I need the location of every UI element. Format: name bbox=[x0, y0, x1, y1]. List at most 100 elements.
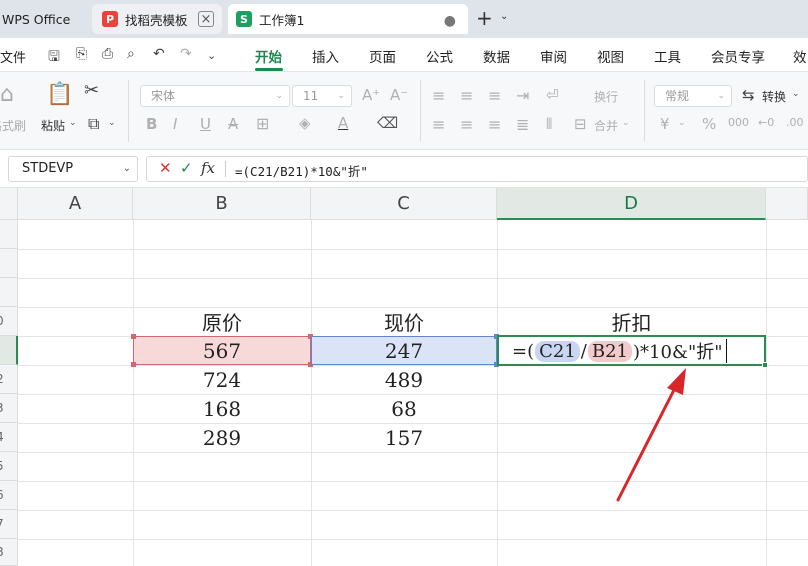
number-format-select[interactable]: 常规 ⌄ bbox=[654, 85, 732, 107]
save-icon[interactable]: 🖫 bbox=[48, 46, 60, 70]
row-header[interactable]: 6 bbox=[0, 481, 18, 510]
menu-tab-tools[interactable]: 工具 bbox=[654, 46, 681, 66]
merge-cells-icon[interactable]: ⊟ bbox=[574, 115, 587, 133]
select-all-corner[interactable] bbox=[0, 188, 18, 220]
align-right-icon[interactable]: ≡ bbox=[488, 115, 501, 134]
print-preview-icon[interactable]: ⌕ bbox=[127, 46, 135, 62]
row-header[interactable]: 8 bbox=[0, 539, 18, 566]
align-center-icon[interactable]: ≡ bbox=[460, 115, 473, 134]
column-header-c[interactable]: C bbox=[311, 188, 497, 220]
clear-format-icon[interactable]: ⌫ bbox=[377, 114, 398, 132]
undo-icon[interactable]: ↶ bbox=[153, 46, 165, 62]
row-header[interactable]: 7 bbox=[0, 510, 18, 539]
wrap-text-label[interactable]: 换行 bbox=[594, 88, 618, 105]
distribute-icon[interactable]: ⫴ bbox=[546, 115, 552, 133]
cell-current-price[interactable]: 247 bbox=[311, 336, 497, 365]
cell-current-price[interactable]: 489 bbox=[311, 365, 497, 394]
cell-current-price[interactable]: 157 bbox=[311, 423, 497, 452]
convert-label[interactable]: 转换 bbox=[762, 88, 786, 105]
merge-chevron-icon[interactable]: ⌄ bbox=[622, 118, 630, 128]
menu-file[interactable]: 文件 bbox=[0, 47, 26, 66]
currency-icon[interactable]: ¥ bbox=[660, 115, 670, 133]
column-header-a[interactable]: A bbox=[18, 188, 133, 220]
currency-chevron-icon[interactable]: ⌄ bbox=[678, 118, 686, 128]
print-icon[interactable]: ⎙ bbox=[102, 46, 113, 62]
convert-chevron-icon[interactable]: ⌄ bbox=[792, 89, 800, 99]
merge-cells-label[interactable]: 合并 bbox=[594, 117, 618, 134]
copy-icon[interactable]: ⧉ bbox=[88, 114, 99, 134]
border-icon[interactable]: ⊞ bbox=[256, 114, 269, 133]
row-header[interactable] bbox=[0, 220, 18, 249]
underline-icon[interactable]: U bbox=[200, 115, 211, 133]
unsaved-dot-icon[interactable]: ● bbox=[444, 13, 456, 29]
row-header[interactable] bbox=[0, 249, 18, 278]
close-icon[interactable]: × bbox=[198, 11, 214, 27]
column-header-b[interactable]: B bbox=[133, 188, 311, 220]
row-header[interactable]: 4 bbox=[0, 423, 18, 452]
format-painter-label[interactable]: 格式刷 bbox=[0, 117, 26, 134]
cell-header-original-price[interactable]: 原价 bbox=[133, 307, 311, 336]
menu-tab-formula[interactable]: 公式 bbox=[426, 46, 453, 66]
tab-wps-office[interactable]: WPS Office bbox=[0, 4, 86, 34]
fill-handle[interactable] bbox=[762, 362, 768, 368]
confirm-icon[interactable]: ✓ bbox=[180, 159, 193, 177]
export-pdf-icon[interactable]: ⎘ bbox=[76, 46, 87, 62]
cell-original-price[interactable]: 289 bbox=[133, 423, 311, 452]
function-icon[interactable]: fx bbox=[201, 159, 215, 177]
align-bottom-icon[interactable]: ≡ bbox=[488, 86, 501, 105]
menu-tab-page[interactable]: 页面 bbox=[369, 46, 396, 66]
menu-tab-home[interactable]: 开始 bbox=[255, 46, 282, 66]
align-left-icon[interactable]: ≡ bbox=[432, 115, 445, 134]
cell-header-discount[interactable]: 折扣 bbox=[497, 307, 766, 336]
quick-access-chevron-icon[interactable]: ⌄ bbox=[207, 49, 216, 62]
row-header[interactable]: 2 bbox=[0, 365, 18, 394]
justify-icon[interactable]: ≣ bbox=[516, 115, 529, 134]
font-color-icon[interactable]: A bbox=[338, 114, 348, 132]
menu-tab-member[interactable]: 会员专享 bbox=[711, 46, 765, 66]
paste-label[interactable]: 粘贴 bbox=[41, 117, 65, 134]
cancel-icon[interactable]: ✕ bbox=[159, 159, 172, 177]
paste-icon[interactable]: 📋 bbox=[46, 82, 73, 107]
increase-font-icon[interactable]: A⁺ bbox=[362, 86, 380, 104]
cell-formula-editor[interactable]: =( C21 / B21 )*10&"折" bbox=[512, 337, 728, 365]
cell-header-current-price[interactable]: 现价 bbox=[311, 307, 497, 336]
align-middle-icon[interactable]: ≡ bbox=[460, 86, 473, 105]
row-header[interactable]: 3 bbox=[0, 394, 18, 423]
font-size-select[interactable]: 11 ⌄ bbox=[292, 85, 352, 107]
convert-icon[interactable]: ⇆ bbox=[742, 86, 755, 104]
formula-input-area[interactable]: ✕ ✓ fx =(C21/B21)*10&"折" bbox=[146, 156, 808, 182]
increase-decimal-icon[interactable]: ←0 bbox=[758, 116, 774, 129]
fill-color-icon[interactable]: ◈ bbox=[299, 114, 311, 132]
tab-workbook[interactable]: S 工作簿1 ● bbox=[228, 4, 468, 34]
menu-tab-data[interactable]: 数据 bbox=[483, 46, 510, 66]
cell-original-price[interactable]: 567 bbox=[133, 336, 311, 365]
cut-icon[interactable]: ✂ bbox=[84, 80, 99, 101]
copy-chevron-icon[interactable]: ⌄ bbox=[108, 118, 116, 128]
column-header-e[interactable] bbox=[766, 188, 808, 220]
row-header[interactable]: 5 bbox=[0, 452, 18, 481]
name-box[interactable]: STDEVP ⌄ bbox=[8, 156, 138, 182]
menu-tab-effects[interactable]: 效 bbox=[793, 46, 807, 66]
row-header-selected[interactable] bbox=[0, 336, 18, 365]
menu-tab-view[interactable]: 视图 bbox=[597, 46, 624, 66]
strikethrough-icon[interactable]: A bbox=[228, 115, 238, 133]
new-tab-plus-icon[interactable]: + bbox=[476, 6, 493, 30]
cell-current-price[interactable]: 68 bbox=[311, 394, 497, 423]
decrease-font-icon[interactable]: A⁻ bbox=[390, 86, 408, 104]
percent-icon[interactable]: % bbox=[702, 115, 716, 133]
thousands-icon[interactable]: 000 bbox=[728, 116, 749, 129]
decrease-decimal-icon[interactable]: .00 bbox=[786, 116, 804, 129]
cell-original-price[interactable]: 724 bbox=[133, 365, 311, 394]
cell-original-price[interactable]: 168 bbox=[133, 394, 311, 423]
column-header-d[interactable]: D bbox=[497, 188, 766, 220]
menu-tab-insert[interactable]: 插入 bbox=[312, 46, 339, 66]
menu-tab-review[interactable]: 审阅 bbox=[540, 46, 567, 66]
chevron-down-icon[interactable]: ⌄ bbox=[500, 11, 508, 22]
wrap-text-icon[interactable]: ⏎ bbox=[546, 86, 559, 104]
format-painter-icon[interactable]: ⌂ bbox=[0, 82, 14, 107]
row-header[interactable]: 0 bbox=[0, 307, 18, 336]
indent-icon[interactable]: ⇥ bbox=[516, 86, 529, 105]
align-top-icon[interactable]: ≡ bbox=[432, 86, 445, 105]
paste-chevron-icon[interactable]: ⌄ bbox=[69, 118, 77, 128]
tab-template[interactable]: P 找稻壳模板 × bbox=[92, 4, 222, 34]
